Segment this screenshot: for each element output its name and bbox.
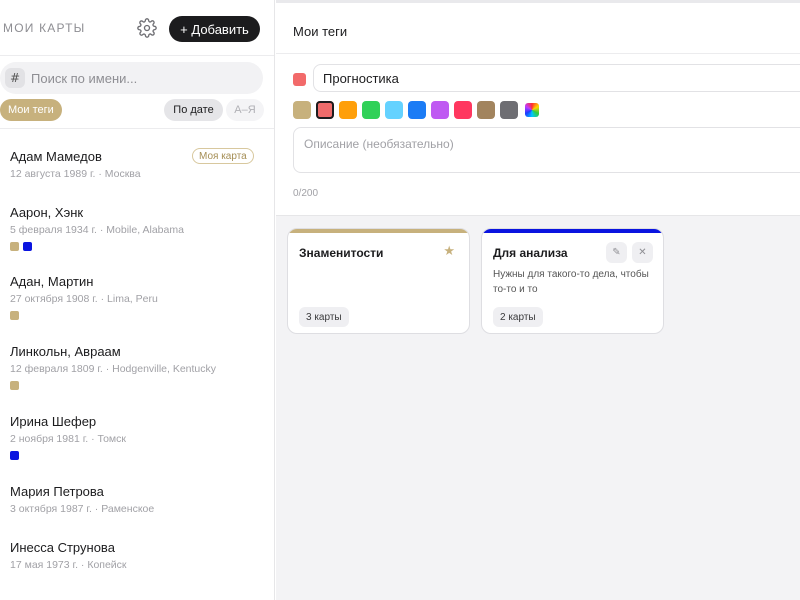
add-button[interactable]: + Добавить [169,16,260,42]
tag-color-dot [10,381,19,390]
divider [276,53,800,54]
tag-color-dot [23,242,32,251]
tag-name-input[interactable] [313,64,800,92]
color-swatch[interactable] [316,101,334,119]
star-icon[interactable]: ★ [443,244,455,259]
color-swatch[interactable] [454,101,472,119]
color-swatch[interactable] [500,101,518,119]
person-name: Адан, Мартин [10,274,94,289]
card-title: Для анализа [493,246,568,260]
hash-icon: # [5,68,25,88]
sort-alphabetical-button[interactable]: А–Я [226,99,264,121]
color-swatch[interactable] [431,101,449,119]
tag-color-dot [10,311,19,320]
person-meta: 2 ноября 1981 г. · Томск [10,433,126,445]
card-color-bar [288,229,469,233]
divider [0,128,274,129]
tag-color-dot [10,242,19,251]
person-meta: 17 мая 1973 г. · Копейск [10,559,127,571]
gear-icon [137,18,157,38]
tag-card[interactable]: Знаменитости ★ 3 карты [287,228,470,334]
settings-button[interactable] [136,17,158,39]
my-tags-filter[interactable]: Мои теги [0,99,62,121]
color-swatch[interactable] [339,101,357,119]
sidebar: МОИ КАРТЫ + Добавить # Мои теги По дате … [0,0,275,600]
close-icon[interactable]: ✕ [632,242,653,263]
color-swatch[interactable] [477,101,495,119]
search-box[interactable]: # [0,62,263,94]
person-meta: 3 октября 1987 г. · Раменское [10,503,155,515]
person-meta: 5 февраля 1934 г. · Mobile, Alabama [10,224,184,236]
custom-color-swatch[interactable] [525,103,539,117]
card-description: Нужны для такого-то дела, чтобы то-то и … [493,269,649,295]
char-counter: 0/200 [293,188,319,199]
person-name: Мария Петрова [10,484,104,499]
tag-description-input[interactable] [293,127,800,173]
person-name: Линкольн, Авраам [10,344,121,359]
edit-icon[interactable]: ✎ [606,242,627,263]
card-color-bar [482,229,663,233]
color-swatch[interactable] [293,101,311,119]
current-color-indicator [293,73,306,86]
person-meta: 12 августа 1989 г. · Москва [10,168,141,180]
card-count-badge: 3 карты [299,307,349,327]
tag-card[interactable]: Для анализа ✎ ✕ Нужны для такого-то дела… [481,228,664,334]
card-count-badge: 2 карты [493,307,543,327]
tag-dots [10,451,19,460]
tag-editor: Мои теги 0/200 [276,3,800,216]
card-title: Знаменитости [299,246,384,260]
tag-dots [10,311,19,320]
sidebar-title: МОИ КАРТЫ [3,21,86,35]
main-panel: Мои теги 0/200 Знаменитости ★ 3 карты Дл… [276,0,800,600]
page-title: Мои теги [293,24,348,39]
sidebar-header: МОИ КАРТЫ + Добавить [0,0,274,56]
person-meta: 27 октября 1908 г. · Lima, Peru [10,293,158,305]
tag-dots [10,381,19,390]
person-name: Адам Мамедов [10,149,102,164]
filter-bar: Мои теги По дате А–Я [0,99,274,123]
person-name: Аарон, Хэнк [10,205,84,220]
sort-by-date-button[interactable]: По дате [164,99,223,121]
color-swatch[interactable] [385,101,403,119]
person-name: Ирина Шефер [10,414,97,429]
tag-color-dot [10,451,19,460]
color-swatch[interactable] [408,101,426,119]
color-swatches [293,101,539,119]
color-swatch[interactable] [362,101,380,119]
my-card-badge: Моя карта [192,148,254,164]
tag-dots [10,242,32,251]
person-meta: 12 февраля 1809 г. · Hodgenville, Kentuc… [10,363,217,375]
search-input[interactable] [31,70,251,86]
person-name: Инесса Струнова [10,540,115,555]
